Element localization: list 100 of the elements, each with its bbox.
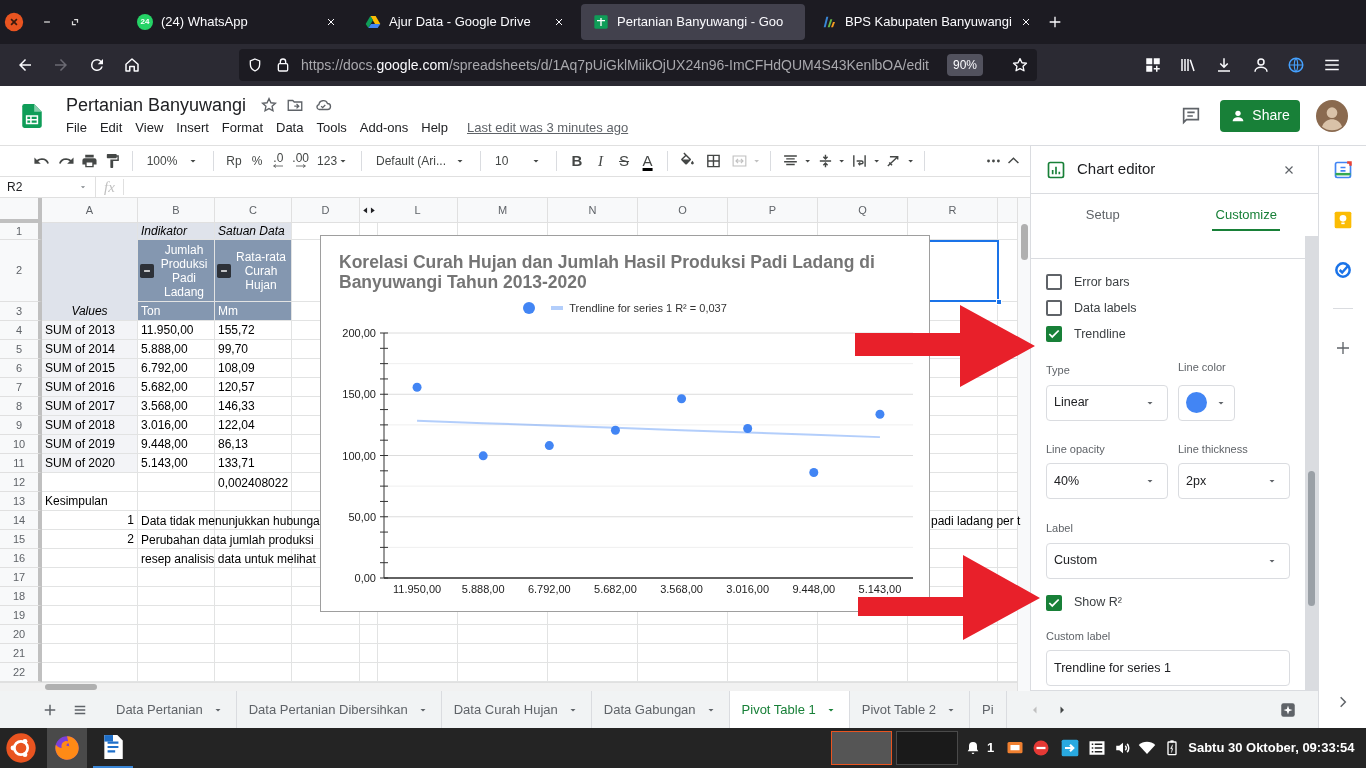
row-number[interactable]: 9 [0,416,42,435]
data-point[interactable] [677,394,687,404]
column-header[interactable]: L [378,198,458,223]
table-cell[interactable]: 11.950,00 [138,321,215,340]
table-cell[interactable]: 133,71 [215,454,292,473]
checkbox[interactable] [1046,326,1062,342]
table-cell[interactable]: Values [42,302,138,321]
increase-decimal-button[interactable]: .00 [288,153,314,169]
zoom-badge[interactable]: 90% [946,54,983,76]
column-header[interactable]: B [138,198,215,223]
column-header[interactable]: A [42,198,138,223]
sheet-tab[interactable]: Pivot Table 1 [729,691,850,728]
add-sheet-icon[interactable] [43,702,57,717]
table-cell[interactable]: 86,13 [215,435,292,454]
table-cell[interactable]: 3.016,00 [138,416,215,435]
decrease-decimal-button[interactable]: .0 [268,153,289,169]
table-cell[interactable]: 1 [42,511,138,530]
name-box[interactable]: R2 [0,177,96,197]
color-picker[interactable] [1178,384,1235,421]
table-cell[interactable]: SUM of 2019 [42,435,138,454]
row-number[interactable]: 13 [0,492,42,511]
tab[interactable]: Setup [1031,194,1175,236]
table-cell[interactable]: 5.682,00 [138,378,215,397]
row-number[interactable]: 16 [0,549,42,568]
row-number[interactable]: 14 [0,511,42,530]
percent-button[interactable]: % [245,152,269,170]
checkbox[interactable] [1046,274,1062,290]
italic-button[interactable]: I [588,149,613,173]
row-number[interactable]: 8 [0,397,42,416]
table-cell[interactable]: Indikator [138,223,215,240]
row-number[interactable]: 4 [0,321,42,340]
close-icon[interactable] [325,16,337,28]
column-header[interactable]: P [728,198,818,223]
table-cell[interactable] [42,223,138,240]
globe-icon[interactable] [1287,56,1305,74]
star-icon[interactable] [260,96,279,115]
table-cell[interactable]: SUM of 2017 [42,397,138,416]
column-header[interactable]: D [292,198,360,223]
address-bar[interactable]: https://docs.google.com/spreadsheets/d/1Aq7pUiGklMiikOjUX24n96-ImCFHdQUM4S43KenlbOA/edit 90% [239,49,1037,81]
row-number[interactable]: 20 [0,625,42,644]
table-cell[interactable]: Satuan Data [215,223,292,240]
row-number[interactable]: 2 [0,240,42,302]
menu-item[interactable]: Edit [99,118,123,138]
text-wrap-icon[interactable] [850,152,868,170]
table-cell[interactable]: SUM of 2020 [42,454,138,473]
data-point[interactable] [610,425,620,435]
text-color-button[interactable]: A [635,149,660,173]
last-edit-link[interactable]: Last edit was 3 minutes ago [467,118,629,138]
row-number[interactable]: 21 [0,644,42,663]
table-cell[interactable]: Kesimpulan [42,492,138,511]
home-icon[interactable] [123,56,141,74]
reload-icon[interactable] [88,56,106,74]
chart-panel[interactable] [320,235,930,612]
zoom-dropdown[interactable]: 100% [140,152,206,170]
menu-item[interactable]: Data [276,118,304,138]
row-number[interactable]: 12 [0,473,42,492]
table-cell[interactable]: 120,57 [215,378,292,397]
currency-button[interactable]: Rp [222,152,246,170]
data-point[interactable] [478,451,488,461]
row-number[interactable]: 18 [0,587,42,606]
library-icon[interactable] [1179,56,1197,74]
tab[interactable]: Customize [1174,194,1318,236]
data-point[interactable] [412,382,422,392]
table-cell[interactable]: SUM of 2016 [42,378,138,397]
row-number[interactable]: 17 [0,568,42,587]
collapse-icon[interactable] [140,263,154,278]
browser-tab[interactable]: Ajur Data - Google Drive [353,4,577,40]
account-icon[interactable] [1252,56,1270,74]
table-cell[interactable]: SUM of 2014 [42,340,138,359]
download-icon[interactable] [1215,56,1233,74]
table-cell[interactable]: 2 [42,530,138,549]
bell-icon[interactable] [965,740,981,756]
table-cell[interactable]: 6.792,00 [138,359,215,378]
bold-button[interactable]: B [565,149,589,173]
row-number[interactable]: 10 [0,435,42,454]
extensions-icon[interactable] [1144,56,1162,74]
star-icon[interactable] [1011,56,1029,74]
row-number[interactable]: 11 [0,454,42,473]
data-point[interactable] [875,409,885,419]
row-number[interactable]: 6 [0,359,42,378]
table-cell[interactable]: 108,09 [215,359,292,378]
number-format-dropdown[interactable]: 123 [313,152,354,170]
table-cell[interactable]: 99,70 [215,340,292,359]
scrollbar-thumb[interactable] [45,684,97,690]
merge-cells-icon[interactable] [731,152,749,170]
clock[interactable]: Sabtu 30 Oktober, 09:33:54 [1188,738,1355,758]
browser-tab[interactable]: BPS Kabupaten Banyuwangi [809,4,1033,40]
selection-handle[interactable] [996,299,1002,305]
new-tab-icon[interactable] [1047,14,1063,30]
menu-item[interactable]: Add-ons [359,118,409,138]
row-number[interactable]: 1 [0,223,42,240]
data-point[interactable] [809,468,819,477]
column-header[interactable]: M [458,198,548,223]
dropdown[interactable]: Custom [1046,542,1290,579]
table-cell[interactable]: SUM of 2015 [42,359,138,378]
data-point[interactable] [544,441,554,451]
scrollbar-thumb[interactable] [1020,224,1028,260]
add-icon[interactable] [1334,340,1351,356]
checkbox[interactable] [1046,594,1062,611]
menu-item[interactable]: Tools [316,118,347,138]
